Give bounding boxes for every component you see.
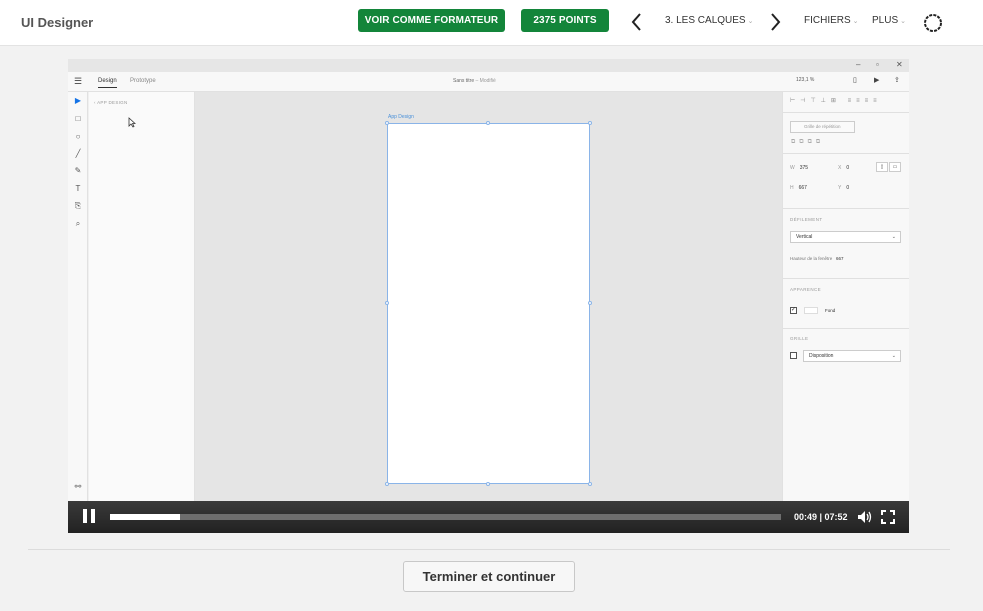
divider (783, 112, 909, 113)
grid-select: Disposition ⌄ (803, 350, 901, 362)
viewport-height-value: 667 (836, 256, 844, 261)
divider (783, 153, 909, 154)
progress-fill (110, 514, 181, 520)
appearance-section-title: APPARENCE (790, 287, 822, 292)
resize-handle (385, 301, 389, 305)
resize-handle (486, 482, 490, 486)
resize-handle (486, 121, 490, 125)
pause-icon[interactable] (83, 509, 95, 523)
landscape-icon: ▭ (889, 162, 901, 172)
divider (783, 208, 909, 209)
chevron-left-icon[interactable] (629, 12, 645, 32)
document-name: Sans titre (453, 78, 475, 84)
portrait-icon: ▯ (876, 162, 888, 172)
divider (28, 549, 950, 550)
points-button[interactable]: 2375 POINTS (521, 9, 609, 32)
device-preview-icon: ▯ (853, 77, 857, 84)
boolean-icons: ⧉⧉⧉⧉ (791, 139, 825, 145)
chevron-down-icon: ⌄ (900, 18, 906, 25)
artboard (385, 121, 592, 486)
chevron-right-icon[interactable] (767, 12, 783, 32)
document-title: Sans titre – Modifié (453, 78, 496, 84)
chevron-down-icon: ⌄ (747, 18, 754, 25)
more-menu[interactable]: PLUS ⌄ (872, 15, 906, 26)
progress-bar[interactable] (110, 514, 781, 520)
height-field: H 667 (790, 185, 807, 191)
play-icon: ▶ (874, 77, 880, 84)
artboard-tool-icon: ⎘ (74, 201, 82, 210)
scroll-section-title: DÉFILEMENT (790, 217, 823, 222)
cursor-icon (128, 117, 137, 130)
chevron-down-icon: ⌄ (891, 353, 896, 359)
chevron-down-icon: ⌄ (852, 18, 859, 25)
xd-titlebar: – ▫ ✕ (68, 59, 909, 72)
layers-icon: ⚯ (74, 482, 82, 491)
resize-handle (385, 121, 389, 125)
viewport-height-label: Hauteur de la fenêtre (790, 256, 833, 261)
fill-checkbox: ✓ (790, 307, 797, 314)
app-title[interactable]: UI Designer (21, 15, 93, 30)
zoom-tool-icon: ⌕ (75, 219, 81, 228)
files-menu-label: FICHIERS (804, 15, 851, 26)
xd-toolbar: ☰ Design Prototype Sans titre – Modifié … (68, 72, 909, 92)
text-tool-icon: T (75, 184, 81, 193)
fill-swatch (804, 307, 818, 314)
select-tool-icon: ▶ (74, 96, 82, 105)
time-label: 00:49 | 07:52 (794, 512, 848, 522)
view-as-trainer-button[interactable]: VOIR COMME FORMATEUR (358, 9, 505, 32)
repeat-grid-button: Grille de répétition (790, 121, 855, 133)
divider (783, 328, 909, 329)
line-tool-icon: ╱ (75, 149, 81, 158)
xd-layers-panel: ‹ APP DESIGN (89, 92, 195, 502)
xd-tools-panel: ▶ □ ○ ╱ ✎ T ⎘ ⌕ ⚯ (68, 92, 88, 502)
resize-handle (385, 482, 389, 486)
video-controls: 00:49 | 07:52 (68, 501, 909, 533)
grid-section-title: GRILLE (790, 336, 809, 341)
xd-properties-panel: ⊢⊣⊤⊥⊞ ≡≡≡≡ Grille de répétition ⧉⧉⧉⧉ W 37… (782, 92, 909, 502)
align-icons: ⊢⊣⊤⊥⊞ ≡≡≡≡ (790, 98, 882, 104)
scroll-select: Vertical ⌄ (790, 231, 901, 243)
top-bar: UI Designer VOIR COMME FORMATEUR 2375 PO… (0, 0, 983, 46)
gear-icon[interactable] (922, 12, 944, 34)
tab-prototype: Prototype (130, 78, 156, 84)
chevron-down-icon: ⌄ (891, 234, 896, 240)
resize-handle (588, 121, 592, 125)
resize-handle (588, 482, 592, 486)
fullscreen-icon[interactable] (881, 510, 895, 524)
divider (783, 278, 909, 279)
document-status: – Modifié (475, 78, 496, 84)
files-menu[interactable]: FICHIERS ⌄ (804, 15, 859, 26)
close-icon: ✕ (896, 60, 903, 69)
grid-checkbox (790, 352, 797, 359)
fill-label: Fond (825, 308, 836, 313)
restore-icon: ▫ (876, 60, 879, 69)
tab-design: Design (98, 78, 117, 88)
ellipse-tool-icon: ○ (75, 132, 81, 141)
artboard-label: App Design (388, 114, 414, 120)
resize-handle (588, 301, 592, 305)
lesson-menu-label: 3. LES CALQUES (665, 15, 746, 26)
minimize-icon: – (856, 60, 861, 69)
share-icon: ⇪ (894, 77, 900, 84)
x-field: X0 (838, 165, 850, 171)
zoom-level: 123,1 % (796, 77, 815, 83)
width-field: W 375 (790, 165, 809, 171)
hamburger-icon: ☰ (74, 76, 83, 86)
more-menu-label: PLUS (872, 15, 899, 26)
rectangle-tool-icon: □ (75, 114, 81, 123)
finish-and-continue-button[interactable]: Terminer et continuer (403, 561, 575, 592)
y-field: Y0 (838, 185, 850, 191)
pen-tool-icon: ✎ (74, 166, 82, 175)
layers-title-label: APP DESIGN (97, 100, 128, 105)
video-player[interactable]: – ▫ ✕ ☰ Design Prototype Sans titre – Mo… (68, 59, 909, 533)
layers-title: ‹ APP DESIGN (94, 100, 128, 105)
lesson-menu[interactable]: 3. LES CALQUES ⌄ (665, 15, 753, 26)
volume-icon[interactable] (857, 510, 872, 524)
xd-canvas: App Design (195, 92, 782, 502)
